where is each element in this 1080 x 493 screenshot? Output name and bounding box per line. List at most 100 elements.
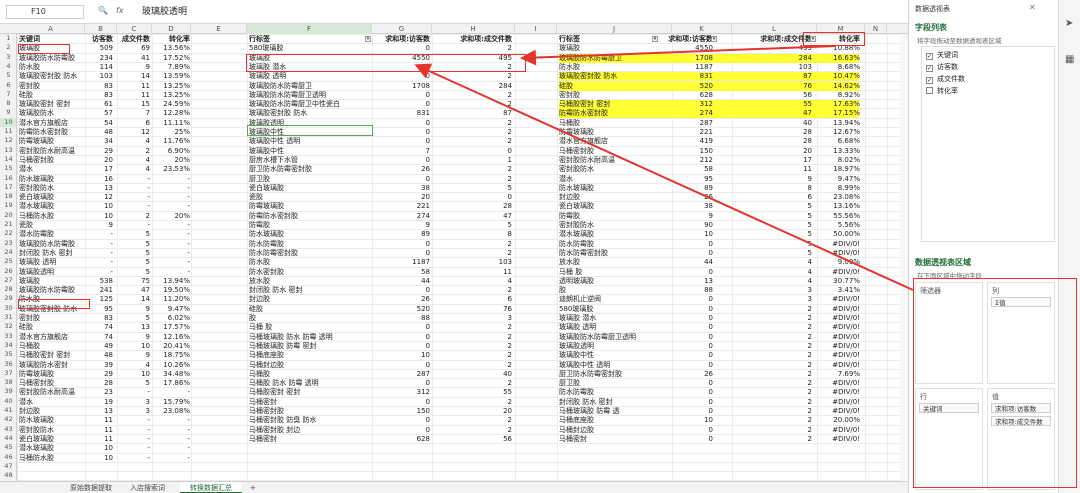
- pivot_right-cell[interactable]: 透明玻璃胶: [559, 277, 654, 286]
- column-header-k[interactable]: K: [672, 24, 732, 34]
- pivot_mid-cell[interactable]: 628: [372, 435, 430, 444]
- pivot_mid-cell[interactable]: 防水防霉密封胶: [249, 249, 367, 258]
- row-header[interactable]: 6: [0, 81, 16, 90]
- pivot_mid-cell[interactable]: 4: [430, 277, 512, 286]
- pivot_right-cell[interactable]: 密封胶防水: [559, 165, 654, 174]
- left_table-cell[interactable]: -: [150, 435, 190, 444]
- left_table-cell[interactable]: 6.02%: [150, 314, 190, 323]
- column-header-j[interactable]: J: [557, 24, 672, 34]
- pivot_mid-cell[interactable]: 0: [372, 175, 430, 184]
- left_table-cell[interactable]: 11.20%: [150, 295, 190, 304]
- pivot_right-cell[interactable]: 0: [657, 388, 713, 397]
- left_table-cell[interactable]: 17.57%: [150, 323, 190, 332]
- pivot_right-cell[interactable]: 密封胶防水耐高温: [559, 156, 654, 165]
- pivot_right-cell[interactable]: 胶: [559, 286, 654, 295]
- pivot_right-cell[interactable]: 1708: [657, 54, 713, 63]
- left_table-cell[interactable]: 9.47%: [150, 305, 190, 314]
- column-header-h[interactable]: H: [432, 24, 515, 34]
- pivot_right-cell[interactable]: 0: [657, 361, 713, 370]
- pivot_mid-cell[interactable]: 3: [430, 314, 512, 323]
- pivot_right-cell[interactable]: 1187: [657, 63, 713, 72]
- field-checkbox-row[interactable]: 转化率: [926, 87, 958, 96]
- pivot_right-cell[interactable]: 76: [717, 82, 812, 91]
- vertical-scrollbar[interactable]: [900, 34, 908, 481]
- left_table-cell[interactable]: -: [113, 388, 150, 397]
- left_table-cell[interactable]: -: [113, 435, 150, 444]
- pivot_mid-cell[interactable]: 58: [372, 268, 430, 277]
- row-header[interactable]: 42: [0, 415, 16, 424]
- pivot_right-cell[interactable]: 212: [657, 156, 713, 165]
- row-header[interactable]: 32: [0, 322, 16, 331]
- checkbox-icon[interactable]: ✓: [926, 77, 933, 84]
- left_table-cell[interactable]: 密封胶: [19, 82, 85, 91]
- pivot_mid-cell[interactable]: 马桶玻璃胶 防水 防霉 透明: [249, 333, 367, 342]
- left_table-cell[interactable]: 17.86%: [150, 379, 190, 388]
- left_table-cell[interactable]: 10: [113, 342, 150, 351]
- pivot_right-cell[interactable]: 马桶 胶: [559, 268, 654, 277]
- pivot_right-cell[interactable]: 硅胶: [559, 82, 654, 91]
- pivot_right-cell[interactable]: 831: [657, 72, 713, 81]
- pivot_right-cell[interactable]: 38: [657, 202, 713, 211]
- pivot_right-cell[interactable]: 放水胶: [559, 258, 654, 267]
- left_table-cell[interactable]: 5: [113, 258, 150, 267]
- pivot_mid-cell[interactable]: 44: [372, 277, 430, 286]
- pivot_mid-cell[interactable]: 玻璃胶中性: [249, 147, 367, 156]
- pivot_mid-cell[interactable]: 2: [430, 119, 512, 128]
- pivot_right-cell[interactable]: #DIV/0!: [812, 388, 860, 397]
- pivot_right-cell[interactable]: 2: [717, 305, 812, 314]
- left_table-cell[interactable]: 6.90%: [150, 147, 190, 156]
- left_table-cell[interactable]: 20: [85, 156, 113, 165]
- row-header[interactable]: 40: [0, 397, 16, 406]
- pivot_right-cell[interactable]: 潜水: [559, 175, 654, 184]
- pivot_mid-cell[interactable]: 831: [372, 109, 430, 118]
- row-header[interactable]: 27: [0, 276, 16, 285]
- left_table-cell[interactable]: 75: [113, 277, 150, 286]
- left_table-cell[interactable]: -: [113, 184, 150, 193]
- left_table-cell[interactable]: 25%: [150, 128, 190, 137]
- left_table-cell[interactable]: 57: [85, 109, 113, 118]
- pivot_right-cell[interactable]: 5: [717, 249, 812, 258]
- pivot_right-cell[interactable]: 2: [717, 388, 812, 397]
- column-header-e[interactable]: E: [191, 24, 247, 34]
- left_table-cell[interactable]: 3: [113, 398, 150, 407]
- left_table-cell[interactable]: 玻璃胶: [19, 277, 85, 286]
- pivot_mid-cell[interactable]: 马桶 胶: [249, 323, 367, 332]
- pivot_mid-cell[interactable]: 胶: [249, 314, 367, 323]
- pivot_right-cell[interactable]: #DIV/0!: [812, 342, 860, 351]
- pivot_mid-cell[interactable]: 0: [372, 128, 430, 137]
- pivot_mid-cell[interactable]: 2: [430, 100, 512, 109]
- row-header[interactable]: 45: [0, 443, 16, 452]
- left_table-cell[interactable]: -: [113, 444, 150, 453]
- pivot_right-cell[interactable]: 5: [717, 212, 812, 221]
- pivot_right-cell[interactable]: 0: [657, 249, 713, 258]
- pivot_right-cell[interactable]: 26: [657, 370, 713, 379]
- pivot_right-cell[interactable]: #DIV/0!: [812, 240, 860, 249]
- pivot_right-cell[interactable]: 7.69%: [812, 370, 860, 379]
- left_table-cell[interactable]: 48: [85, 128, 113, 137]
- left_table-cell[interactable]: 13.56%: [150, 44, 190, 53]
- pivot_mid-cell[interactable]: 2: [430, 333, 512, 342]
- pivot_mid-cell[interactable]: 150: [372, 407, 430, 416]
- left_table-cell[interactable]: 马桶防水胶: [19, 454, 85, 463]
- pivot_right-cell[interactable]: 95: [657, 175, 713, 184]
- pivot_right-cell[interactable]: 28: [717, 128, 812, 137]
- pivot_mid-cell[interactable]: 287: [372, 370, 430, 379]
- field-checkbox-row[interactable]: ✓ 关键词: [926, 51, 958, 60]
- left_table-cell[interactable]: 54: [85, 119, 113, 128]
- pivot_right-cell[interactable]: 628: [657, 91, 713, 100]
- pivot_right-cell[interactable]: 0: [657, 435, 713, 444]
- pivot_right-cell[interactable]: #DIV/0!: [812, 295, 860, 304]
- pivot_mid-cell[interactable]: 0: [372, 72, 430, 81]
- pivot_mid-cell[interactable]: 56: [430, 435, 512, 444]
- pivot_mid-cell[interactable]: 0: [372, 398, 430, 407]
- pivot_right-cell[interactable]: 0: [657, 314, 713, 323]
- pivot_right-cell[interactable]: 马桶密封: [559, 435, 654, 444]
- pivot_mid-cell[interactable]: 26: [372, 295, 430, 304]
- pivot_right-cell[interactable]: 防水胶: [559, 63, 654, 72]
- left_table-cell[interactable]: 潜水: [19, 398, 85, 407]
- pivot_mid-cell[interactable]: 马桶密封: [249, 435, 367, 444]
- pivot_right-cell[interactable]: 55.56%: [812, 212, 860, 221]
- left_table-cell[interactable]: -: [113, 416, 150, 425]
- pivot_mid-cell[interactable]: 马桶玻璃胶 防霉 密封: [249, 342, 367, 351]
- pivot_mid-cell[interactable]: 26: [372, 165, 430, 174]
